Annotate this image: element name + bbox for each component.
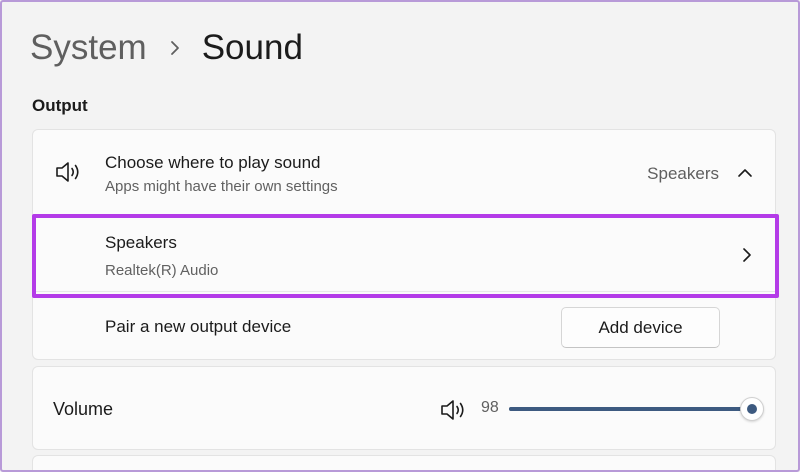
output-device-speakers[interactable]: Speakers Realtek(R) Audio xyxy=(35,215,775,292)
page-title: Sound xyxy=(201,28,303,67)
selected-output-value: Speakers xyxy=(647,164,719,183)
speaker-icon xyxy=(55,160,83,189)
breadcrumb-system[interactable]: System xyxy=(30,26,147,70)
device-driver: Realtek(R) Audio xyxy=(105,262,219,279)
speaker-icon[interactable] xyxy=(440,398,468,427)
add-device-button[interactable]: Add device xyxy=(561,307,720,348)
output-card: Choose where to play sound Apps might ha… xyxy=(32,129,776,360)
pair-device-label: Pair a new output device xyxy=(105,317,292,336)
pair-device-row: Pair a new output device Add device xyxy=(33,292,775,360)
slider-fill xyxy=(509,407,753,411)
choose-output-row[interactable]: Choose where to play sound Apps might ha… xyxy=(33,130,775,216)
chevron-up-icon[interactable] xyxy=(737,166,753,184)
device-name: Speakers xyxy=(105,233,177,252)
breadcrumb: System Sound xyxy=(30,26,303,70)
volume-label: Volume xyxy=(53,399,114,419)
chevron-right-icon xyxy=(741,247,753,268)
chevron-right-icon xyxy=(169,40,181,56)
slider-thumb[interactable] xyxy=(740,397,765,421)
volume-slider[interactable] xyxy=(509,397,765,421)
output-section-label: Output xyxy=(32,96,88,115)
next-setting-card xyxy=(32,455,776,470)
volume-value: 98 xyxy=(481,399,499,416)
volume-card: Volume 98 xyxy=(32,366,776,450)
choose-output-subtitle: Apps might have their own settings xyxy=(105,178,338,195)
choose-output-title: Choose where to play sound xyxy=(105,153,321,172)
settings-window: System Sound Output Choose where to play… xyxy=(0,0,800,472)
